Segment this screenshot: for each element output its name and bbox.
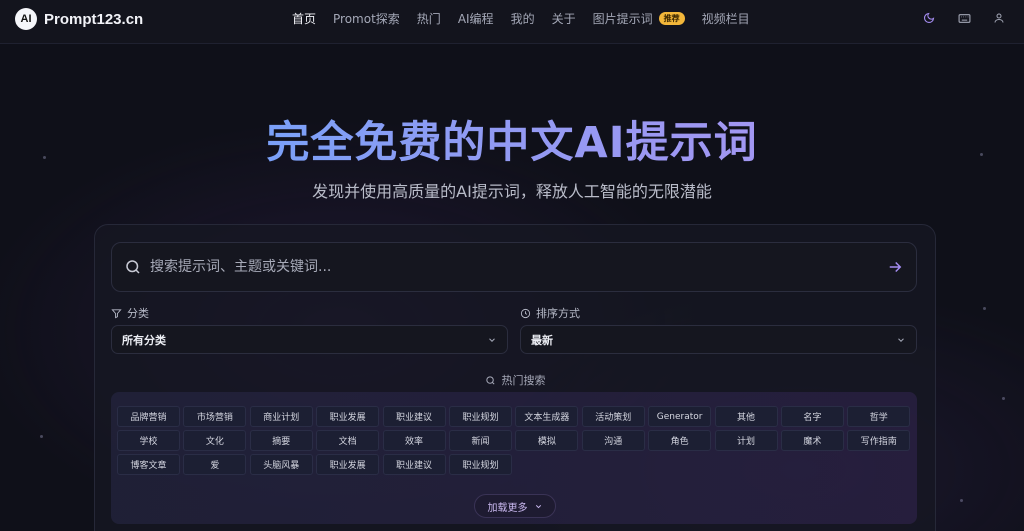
hot-search-title: 热门搜索 bbox=[0, 372, 1024, 388]
sort-select[interactable]: 最新 bbox=[520, 325, 917, 354]
hot-tag[interactable]: 摘要 bbox=[249, 430, 313, 451]
chevron-down-icon bbox=[535, 504, 541, 508]
recommend-badge: 推荐 bbox=[658, 11, 685, 25]
chevron-down-icon bbox=[898, 337, 904, 342]
main-nav: 首页 Promot探索 热门 AI编程 我的 关于 图片提示词 推荐 视频栏目 bbox=[292, 0, 767, 36]
arrow-right-icon[interactable] bbox=[886, 258, 904, 276]
nav-label: 视频栏目 bbox=[701, 11, 750, 26]
search-input[interactable] bbox=[150, 247, 886, 287]
star-dot bbox=[1002, 397, 1005, 400]
hot-tag[interactable]: 职业规划 bbox=[448, 454, 512, 475]
nav-item-hot[interactable]: 热门 bbox=[417, 10, 441, 27]
hot-tag[interactable]: 职业建议 bbox=[382, 406, 446, 427]
nav-label: 热门 bbox=[416, 11, 441, 26]
sort-label: 排序方式 bbox=[520, 305, 580, 321]
star-dot bbox=[40, 435, 43, 438]
nav-label: AI编程 bbox=[457, 11, 494, 26]
search-icon bbox=[124, 258, 142, 276]
star-dot bbox=[983, 307, 986, 310]
hot-tag[interactable]: 市场营销 bbox=[183, 406, 247, 427]
hot-tag[interactable]: 文化 bbox=[183, 430, 247, 451]
nav-item-home[interactable]: 首页 bbox=[292, 10, 316, 27]
hot-tag[interactable]: 爱 bbox=[183, 454, 247, 475]
hot-tag[interactable]: 名字 bbox=[780, 406, 844, 427]
keyboard-icon[interactable] bbox=[957, 11, 971, 25]
sort-label-text: 排序方式 bbox=[536, 307, 580, 320]
chevron-down-icon bbox=[489, 337, 495, 342]
nav-item-image-prompts[interactable]: 图片提示词 推荐 bbox=[593, 10, 685, 27]
hot-tag[interactable]: 头脑风暴 bbox=[249, 454, 313, 475]
nav-label: 首页 bbox=[292, 11, 317, 26]
moon-icon[interactable] bbox=[922, 11, 936, 25]
category-label-text: 分类 bbox=[127, 307, 149, 320]
logo-text: Prompt123.cn bbox=[44, 10, 144, 28]
clock-icon bbox=[520, 308, 531, 318]
hot-tag[interactable]: 文档 bbox=[316, 430, 380, 451]
hot-tag[interactable]: 职业规划 bbox=[448, 406, 512, 427]
hot-tag[interactable]: 沟通 bbox=[581, 430, 645, 451]
site-logo[interactable]: AI Prompt123.cn bbox=[15, 8, 143, 30]
hot-tag[interactable]: 魔术 bbox=[780, 430, 844, 451]
header-icons bbox=[901, 11, 1006, 25]
hot-tag[interactable]: 博客文章 bbox=[117, 454, 180, 475]
hot-tag[interactable]: Generator bbox=[648, 406, 712, 427]
hot-tag[interactable]: 职业发展 bbox=[316, 454, 380, 475]
hero-subtitle: 发现并使用高质量的AI提示词，释放人工智能的无限潜能 bbox=[312, 182, 712, 201]
load-more-label: 加载更多 bbox=[487, 502, 528, 514]
hot-search-title-text: 热门搜索 bbox=[501, 374, 546, 387]
hot-tag[interactable]: 模拟 bbox=[515, 430, 579, 451]
top-header: AI Prompt123.cn 首页 Promot探索 热门 AI编程 我的 关… bbox=[0, 0, 1024, 44]
category-value: 所有分类 bbox=[122, 333, 166, 347]
user-icon[interactable] bbox=[992, 11, 1006, 25]
nav-label: 关于 bbox=[551, 11, 576, 26]
hot-tag[interactable]: 计划 bbox=[714, 430, 778, 451]
hot-tag[interactable]: 其他 bbox=[714, 406, 778, 427]
hot-tag[interactable]: 品牌营销 bbox=[117, 406, 180, 427]
nav-item-ai-coding[interactable]: AI编程 bbox=[458, 10, 494, 27]
nav-item-mine[interactable]: 我的 bbox=[511, 10, 535, 27]
nav-label: 我的 bbox=[510, 11, 535, 26]
nav-item-explore[interactable]: Promot探索 bbox=[333, 10, 400, 27]
nav-label: Promot探索 bbox=[333, 11, 400, 26]
hot-tag[interactable]: 哲学 bbox=[847, 406, 911, 427]
category-label: 分类 bbox=[111, 305, 149, 321]
hot-tags-list: 品牌营销 市场营销 商业计划 职业发展 职业建议 职业规划 文本生成器 活动策划 Generat… bbox=[117, 406, 917, 478]
hot-tag[interactable]: 文本生成器 bbox=[515, 406, 579, 427]
hot-tag[interactable]: 学校 bbox=[117, 430, 180, 451]
hot-tag[interactable]: 职业建议 bbox=[382, 454, 446, 475]
search-icon bbox=[485, 375, 495, 385]
load-more-button[interactable]: 加载更多 bbox=[474, 494, 556, 518]
filter-icon bbox=[111, 308, 122, 318]
hot-tag[interactable]: 效率 bbox=[382, 430, 446, 451]
sort-value: 最新 bbox=[531, 333, 553, 347]
hot-tag[interactable]: 活动策划 bbox=[581, 406, 645, 427]
search-bar bbox=[111, 242, 917, 292]
logo-badge: AI bbox=[15, 8, 37, 30]
hot-tag[interactable]: 商业计划 bbox=[249, 406, 313, 427]
hot-tag[interactable]: 新闻 bbox=[448, 430, 512, 451]
hot-tag[interactable]: 职业发展 bbox=[316, 406, 380, 427]
nav-item-about[interactable]: 关于 bbox=[552, 10, 576, 27]
nav-label: 图片提示词 bbox=[592, 11, 653, 26]
hot-tag[interactable]: 角色 bbox=[648, 430, 712, 451]
star-dot bbox=[960, 499, 963, 502]
hot-tag[interactable]: 写作指南 bbox=[847, 430, 911, 451]
nav-item-video[interactable]: 视频栏目 bbox=[702, 10, 750, 27]
category-select[interactable]: 所有分类 bbox=[111, 325, 508, 354]
hero-title: 完全免费的中文AI提示词 bbox=[0, 108, 1024, 170]
